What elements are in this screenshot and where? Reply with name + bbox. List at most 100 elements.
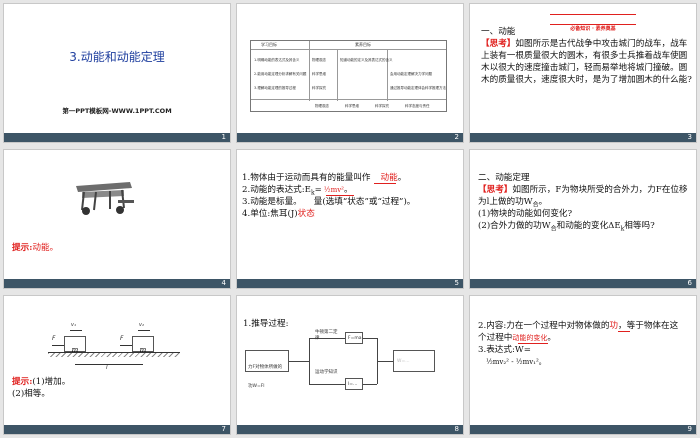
flow-box-text: l=...: [348, 382, 358, 387]
slide-footer-band: [470, 133, 696, 142]
objectives-table: 学习目标 素养目标 1.明确动能的表达式及其含义 2.能用动能定理分析求解有关问…: [250, 40, 447, 112]
slide-thumbnail-3[interactable]: 必备知识 · 素养奠基 一、动能 【思考】如图所示是古代战争中攻击城门的战车，战…: [469, 3, 697, 143]
table-cell: 知道动能的定义及其表达式的含义: [340, 58, 393, 62]
flow-label: 牛顿第二定律: [315, 330, 338, 341]
slide-thumbnail-6[interactable]: 二、动能定理 【思考】如图所示，F为物块所受的合外力，力F在位移 为l上做的功W…: [469, 149, 697, 289]
answer-underline: [518, 343, 548, 344]
slide-thumbnail-4[interactable]: 提示:动能。 4: [3, 149, 231, 289]
paragraph-line: 上装有一根质量很大的圆木，有很多士兵推着战车使圆: [481, 51, 688, 61]
answer-underline: [374, 183, 396, 184]
think-line: 【思考】如图所示是古代战争中攻击城门的战车，战车: [481, 38, 687, 50]
slide-footer-band: [4, 425, 230, 434]
slide-thumbnail-1[interactable]: 3.动能和动能定理 第一PPT模板网-WWW.1PPT.COM 1: [3, 3, 231, 143]
flow-box-text: F=ma: [348, 336, 362, 341]
battering-ram-image: [76, 182, 134, 215]
section-heading: 二、动能定理: [478, 173, 530, 183]
slide-thumbnail-5[interactable]: 1.物体由于运动而具有的能量叫作 动能。 2.动能的表达式:Ek= ½mv²。 3.…: [236, 149, 464, 289]
flow-box-text: W=...: [397, 359, 410, 364]
content-line: 3.表达式:W=: [478, 345, 531, 355]
slide-number: 4: [221, 279, 226, 287]
slide-number: 7: [221, 425, 226, 433]
paragraph-line: 木以很大的速度撞击城门，轻而易举地将城门撞破。圆: [481, 63, 688, 73]
line-text: (2)合外力做的功W: [478, 221, 551, 231]
table-cell: 2.能用动能定理分析求解有关问题: [254, 72, 307, 76]
flow-box: F=ma: [345, 332, 363, 344]
paragraph-line: (1)物块的动能如何变化?: [478, 209, 573, 219]
answer-text: ½mv²: [323, 186, 344, 194]
paragraph-line: 如图所示，F为物块所受的合外力，力F在位移: [512, 185, 688, 195]
slide-thumbnail-2[interactable]: 学习目标 素养目标 1.明确动能的表达式及其含义 2.能用动能定理分析求解有关问…: [236, 3, 464, 143]
velocity-label: v₂: [139, 322, 144, 328]
fill-line-4: 4.单位:焦耳(J)状态: [242, 208, 315, 220]
line-text: 1.物体由于运动而具有的能量叫作: [242, 173, 371, 183]
think-tag: 【思考】: [481, 39, 516, 49]
flow-box-text: 力F对物体所做的功W=Fl: [248, 365, 283, 389]
slide-number: 9: [687, 425, 692, 433]
table-cell: 通过推导动能定理体会科学推理方法: [390, 86, 446, 90]
equals-sign: =: [314, 185, 322, 195]
line-text: 3.动能是标量。: [242, 197, 302, 207]
table-cell: 科学探究: [312, 86, 326, 90]
derivation-flowchart: 力F对物体所做的功W=Fl 牛顿第二定律 运动学知识 F=ma l=... W=…: [245, 330, 445, 392]
answer-underline: [326, 195, 354, 196]
displacement-label: l: [106, 364, 108, 371]
line-text: 相等吗?: [624, 221, 655, 231]
slide-number: 3: [687, 133, 692, 141]
answer-text: 动能的变化: [512, 334, 548, 342]
slide-number: 5: [454, 279, 459, 287]
table-cell: 1.明确动能的表达式及其含义: [254, 58, 300, 62]
hint-line: 提示:(1)增加。: [12, 376, 70, 388]
slide-title: 3.动能和动能定理: [69, 50, 165, 64]
table-header-left: 学习目标: [261, 42, 277, 47]
hint-label: 提示:: [12, 377, 33, 387]
line-text: 个过程中: [478, 333, 513, 343]
hint-label: 提示:: [12, 243, 33, 253]
answer-underline: [618, 331, 630, 332]
block-start: m: [64, 336, 86, 354]
table-footer-cell: 科学态度与责任: [405, 104, 430, 108]
table-footer-cell: 科学思维: [345, 104, 359, 108]
section-banner: 必备知识 · 素养奠基: [550, 14, 636, 32]
slide-number: 2: [454, 133, 459, 141]
line-text: 为l上做的功W: [478, 197, 533, 207]
hint-line: 提示:动能。: [12, 242, 58, 254]
answer-text: 动能: [380, 173, 398, 183]
table-cell: 会用动能定理解决力学问题: [390, 72, 432, 76]
slide-footer-band: [4, 133, 230, 142]
table-cell: 科学思维: [312, 72, 326, 76]
section-banner-text: 必备知识 · 素养奠基: [570, 26, 616, 32]
table-footer-cell: 物理观念: [315, 104, 329, 108]
slide-number: 6: [687, 279, 692, 287]
line-text: 和动能的变化ΔE: [556, 221, 621, 231]
flow-box: 力F对物体所做的功W=Fl: [245, 350, 289, 389]
line-text: 2.动能的表达式:E: [242, 185, 311, 195]
table-header-right: 素养目标: [355, 42, 371, 47]
line-text: 4.单位:焦耳(J): [242, 209, 298, 219]
slide-thumbnail-7[interactable]: m m F F v₁ v₂ l 提示:(1)增加。 (2)相等。 7: [3, 295, 231, 435]
think-tag: 【思考】: [478, 185, 513, 195]
flow-box: l=...: [345, 378, 363, 390]
slide-thumbnail-9[interactable]: 2.内容:力在一个过程中对物体做的功，等于物体在这 个过程中动能的变化。 3.表…: [469, 295, 697, 435]
hint-answer: 动能。: [32, 243, 59, 253]
fill-line-3: 3.动能是标量。 量(选填“状态”或“过程”)。: [242, 196, 415, 208]
table-cell: 物理观念: [312, 58, 326, 62]
paragraph-line: (2)合外力做的功W合和动能的变化ΔEk相等吗?: [478, 220, 655, 236]
block-end: m: [132, 336, 154, 354]
answer-text: 功: [609, 321, 619, 331]
slide-thumbnail-8[interactable]: 1.推导过程: 力F对物体所做的功W=Fl 牛顿第二定律 运动学知识 F=ma …: [236, 295, 464, 435]
slide-footer-band: [470, 425, 696, 434]
force-label: F: [52, 335, 56, 342]
mass-label: m: [139, 346, 147, 354]
section-heading: 一、动能: [481, 27, 516, 37]
physics-diagram: m m F F v₁ v₂ l: [40, 320, 180, 372]
slide-footer-band: [237, 425, 463, 434]
slide-number: 1: [221, 133, 226, 141]
slide-footer-band: [470, 279, 696, 288]
slide-footer-band: [237, 133, 463, 142]
slide-footer-band: [4, 279, 230, 288]
table-footer-cell: 科学探究: [375, 104, 389, 108]
content-line: 2.内容:力在一个过程中对物体做的功，等于物体在这: [478, 320, 678, 332]
line-text: 2.内容:力在一个过程中对物体做的: [478, 321, 610, 331]
line-text: ，等于物体在这: [618, 321, 679, 331]
paragraph-line: 如图所示是古代战争中攻击城门的战车，战车: [515, 39, 688, 49]
